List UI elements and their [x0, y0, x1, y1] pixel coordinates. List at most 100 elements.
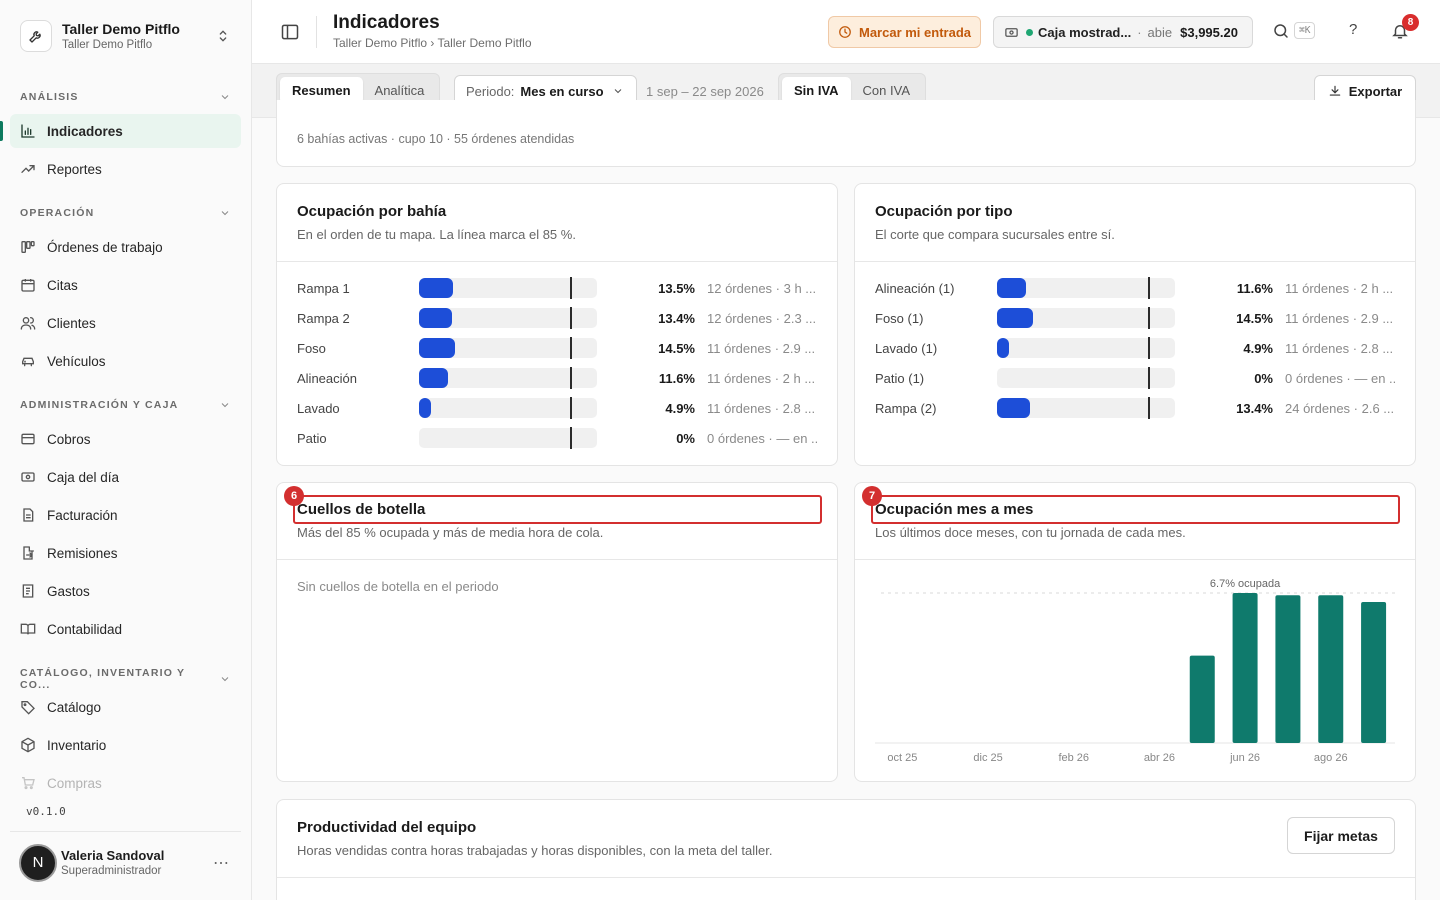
row-percent: 11.6%: [1236, 280, 1273, 296]
occupancy-bar: [419, 308, 453, 328]
chevron-down-icon: [221, 403, 229, 408]
divider: [277, 559, 837, 560]
sidebar-item-gastos[interactable]: Gastos: [10, 574, 241, 608]
target-line: [570, 427, 572, 449]
occupancy-bar-track: [419, 277, 597, 299]
set-goals-button[interactable]: Fijar metas: [1287, 817, 1395, 854]
sidebar-item-compras[interactable]: Compras: [10, 766, 241, 800]
chart-bar: [1232, 593, 1258, 743]
book-icon: [20, 623, 36, 635]
page-title: Indicadores: [333, 12, 440, 33]
sidebar-item-clientes[interactable]: Clientes: [10, 306, 241, 340]
cash-register-name: Caja mostrad...: [1038, 24, 1132, 40]
row-percent: 11.6%: [658, 370, 695, 386]
sidebar-item-inventario[interactable]: Inventario: [10, 728, 241, 762]
section-administracion[interactable]: ADMINISTRACIÓN Y CAJA: [20, 399, 231, 411]
notification-badge: 8: [1402, 14, 1419, 31]
sidebar-item-caja[interactable]: Caja del día: [10, 460, 241, 494]
sidebar-item-vehiculos[interactable]: Vehículos: [10, 344, 241, 378]
workspace-switcher[interactable]: Taller Demo Pitflo Taller Demo Pitflo: [20, 18, 231, 54]
sidebar-toggle-icon[interactable]: [280, 22, 300, 42]
chevron-down-icon: [221, 95, 229, 100]
x-tick-label: oct 25: [887, 752, 917, 764]
target-line: [1148, 277, 1150, 299]
card-subtitle: Más del 85 % ocupada y más de media hora…: [297, 525, 604, 540]
section-analisis[interactable]: ANÁLISIS: [20, 91, 231, 103]
row-detail: 11 órdenes · 2 h ...: [707, 370, 816, 386]
sidebar-item-cobros[interactable]: Cobros: [10, 422, 241, 456]
target-line: [570, 307, 572, 329]
section-operacion[interactable]: OPERACIÓN: [20, 207, 231, 219]
occupancy-bar-track: [419, 427, 597, 449]
sidebar-item-indicadores[interactable]: Indicadores: [10, 114, 241, 148]
more-icon[interactable]: ⋯: [213, 853, 231, 873]
occupancy-row: Foso (1) 14.5% 11 órdenes · 2.9 ...: [875, 307, 1395, 329]
occupancy-bar-track: [997, 397, 1175, 419]
row-label: Foso (1): [875, 310, 924, 326]
row-label: Lavado: [297, 400, 340, 416]
occupancy-bar: [419, 368, 448, 388]
avatar: N: [19, 843, 57, 882]
clock-icon: [839, 26, 851, 38]
sidebar-item-citas[interactable]: Citas: [10, 268, 241, 302]
row-percent: 0%: [676, 430, 695, 446]
target-line: [1148, 397, 1150, 419]
sidebar-item-catalogo[interactable]: Catálogo: [10, 690, 241, 724]
occupancy-bar-track: [419, 367, 597, 389]
occupancy-bar-track: [997, 337, 1175, 359]
search-icon[interactable]: [1272, 22, 1290, 40]
workspace-subtitle: Taller Demo Pitflo: [62, 39, 153, 51]
monthly-bar-chart: 6.7% ocupada oct 25 dic 25 feb 26 abr 26 jun …: [875, 578, 1395, 764]
row-detail: 11 órdenes · 2.8 ...: [1285, 340, 1394, 356]
sidebar-item-reportes[interactable]: Reportes: [10, 152, 241, 186]
active-indicator: [0, 121, 3, 141]
row-detail: 0 órdenes · — en ...: [707, 430, 817, 446]
credit-card-icon: [21, 433, 35, 445]
occupancy-bar: [997, 398, 1031, 418]
occupancy-bar: [419, 398, 432, 418]
cash-register-selector[interactable]: Caja mostrad... · abie $3,995.20: [993, 16, 1253, 48]
occupancy-row: Lavado 4.9% 11 órdenes · 2.8 ...: [297, 397, 817, 419]
cart-icon: [22, 777, 35, 790]
shortcut-hint: ⌘K: [1294, 22, 1316, 39]
monthly-occupancy-card: Ocupación mes a mes Los últimos doce mes…: [854, 482, 1416, 782]
occupancy-bar-track: [419, 397, 597, 419]
occupancy-row: Lavado (1) 4.9% 11 órdenes · 2.8 ...: [875, 337, 1395, 359]
row-percent: 13.4%: [1236, 400, 1273, 416]
sidebar-item-facturacion[interactable]: Facturación: [10, 498, 241, 532]
row-percent: 0%: [1254, 370, 1273, 386]
highlight-badge: 6: [284, 486, 304, 506]
occupancy-bar: [997, 278, 1026, 298]
row-detail: 12 órdenes · 2.3 ...: [707, 310, 817, 326]
summary-text: 6 bahías activas · cupo 10 · 55 órdenes …: [297, 132, 575, 146]
breadcrumb: Taller Demo Pitflo › Taller Demo Pitflo: [333, 36, 532, 50]
help-icon[interactable]: ?: [1349, 21, 1357, 38]
user-name: Valeria Sandoval: [61, 848, 165, 863]
highlight-box: [293, 495, 822, 524]
columns-icon: [21, 241, 35, 253]
period-label: Periodo:: [466, 83, 515, 99]
chevron-down-icon: [221, 677, 229, 682]
row-percent: 14.5%: [1236, 310, 1273, 326]
divider: [277, 261, 837, 262]
cash-icon: [1005, 27, 1018, 37]
occupancy-row: Patio 0% 0 órdenes · — en ...: [297, 427, 817, 449]
user-menu[interactable]: N Valeria Sandoval Superadministrador ⋯: [10, 831, 241, 893]
occupancy-bar-track: [419, 337, 597, 359]
chart-bar: [1318, 595, 1344, 743]
download-icon: [1329, 85, 1341, 96]
card-subtitle: El corte que compara sucursales entre sí…: [875, 227, 1115, 242]
sidebar-item-remisiones[interactable]: Remisiones: [10, 536, 241, 570]
sidebar-item-contabilidad[interactable]: Contabilidad: [10, 612, 241, 646]
box-icon: [21, 737, 35, 753]
workspace-name: Taller Demo Pitflo: [62, 21, 180, 37]
section-catalogo[interactable]: CATÁLOGO, INVENTARIO Y CO...: [20, 667, 231, 691]
clock-in-button[interactable]: Marcar mi entrada: [828, 16, 981, 48]
x-tick-label: dic 25: [973, 752, 1002, 764]
separator: ·: [1137, 24, 1142, 40]
topbar: Indicadores Taller Demo Pitflo › Taller …: [252, 0, 1440, 64]
occupancy-bar-track: [997, 277, 1175, 299]
row-label: Foso: [297, 340, 326, 356]
sidebar-item-ordenes[interactable]: Órdenes de trabajo: [10, 230, 241, 264]
empty-state: Sin cuellos de botella en el periodo: [297, 579, 499, 594]
